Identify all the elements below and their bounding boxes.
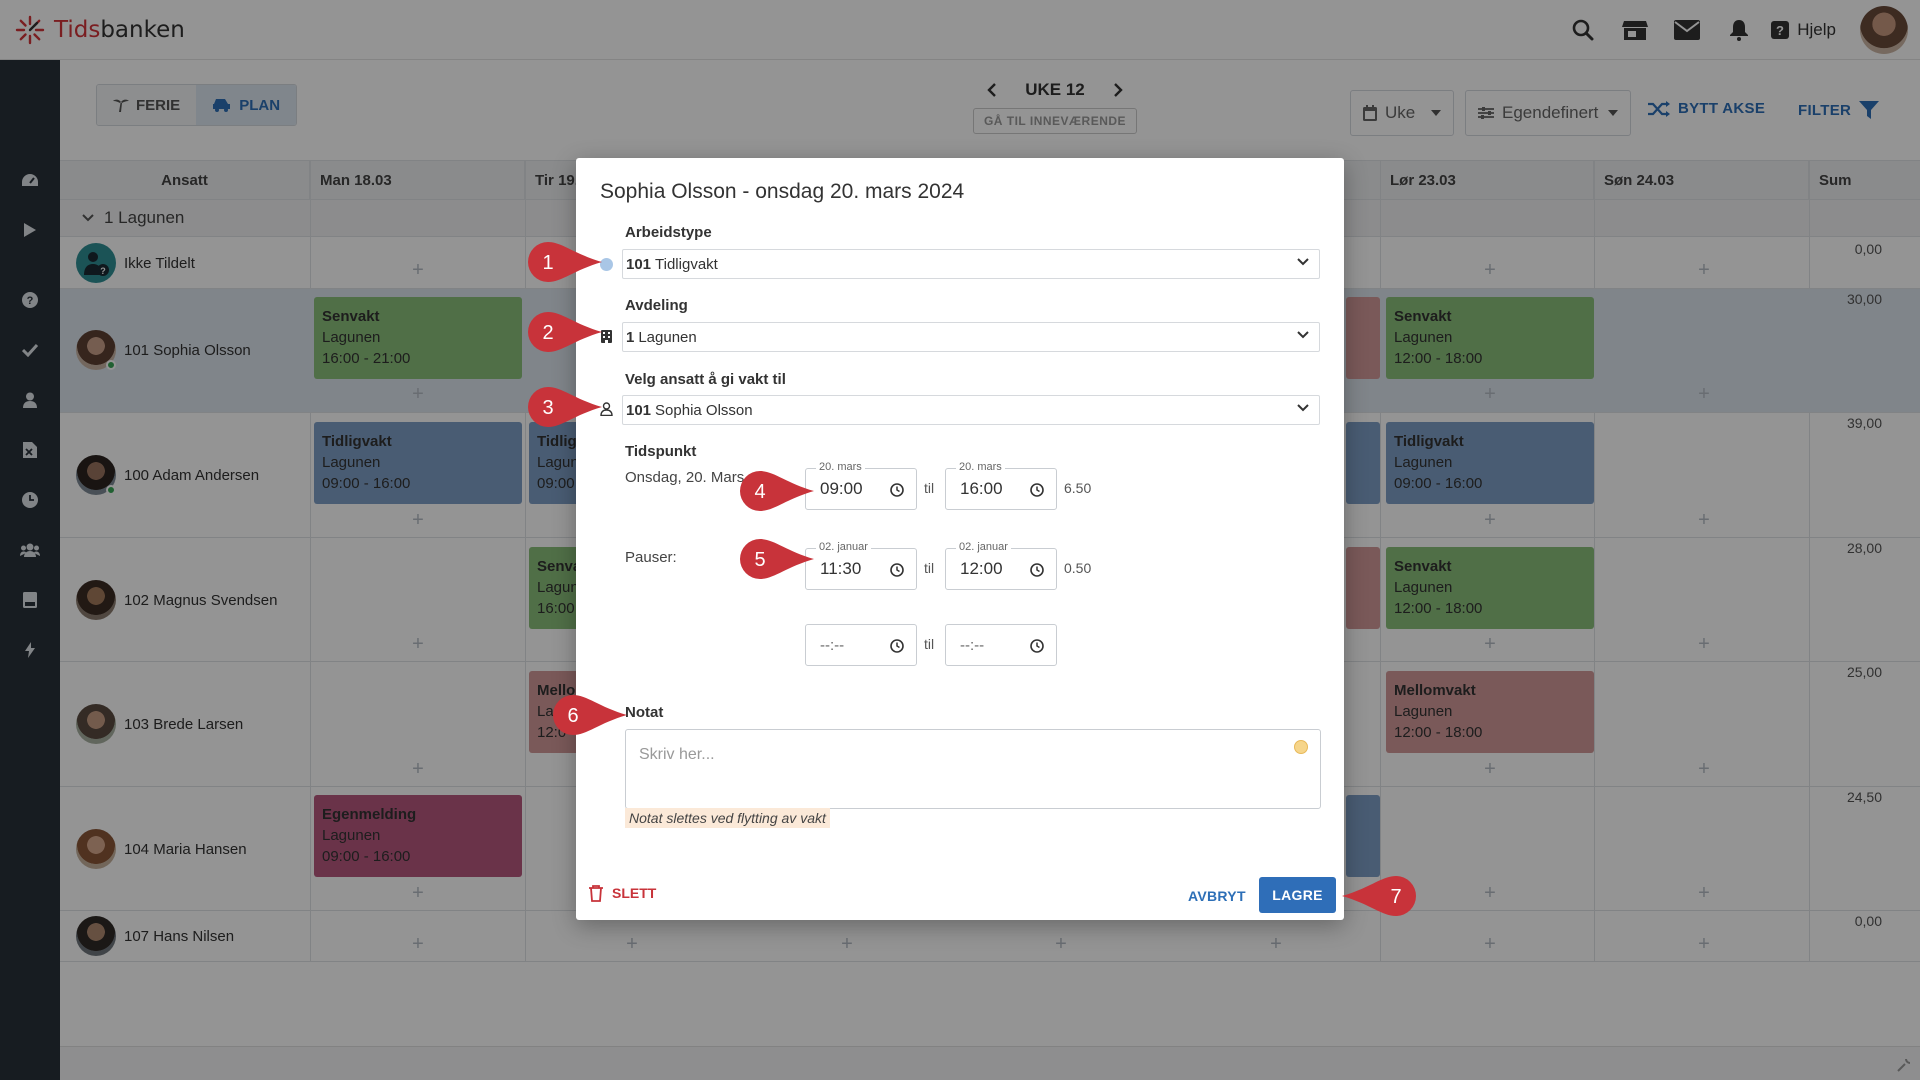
clock-icon[interactable] (1030, 639, 1044, 653)
chevron-down-icon (1297, 331, 1309, 339)
arbeidstype-value: Tidligvakt (655, 255, 718, 273)
start-time-value: 09:00 (820, 479, 863, 498)
break-start-date-label: 02. januar (816, 541, 871, 553)
avdeling-label: Avdeling (625, 297, 688, 314)
callout-marker-7: 7 (1342, 876, 1416, 916)
avdeling-value: Lagunen (638, 328, 697, 346)
break-end-value: 12:00 (960, 559, 1003, 578)
marker-number: 5 (754, 549, 765, 571)
til-label: til (924, 636, 935, 652)
callout-marker-4: 4 (740, 471, 814, 511)
marker-number: 6 (567, 705, 578, 727)
break-hours: 0.50 (1064, 560, 1092, 576)
callout-marker-1: 1 (528, 242, 602, 282)
notat-textarea[interactable]: Skriv her... (625, 729, 1321, 809)
ansatt-code: 101 (626, 401, 652, 419)
callout-marker-6: 6 (553, 695, 627, 735)
arbeidstype-select[interactable]: 101 Tidligvakt (622, 249, 1320, 279)
cancel-button[interactable]: AVBRYT (1188, 888, 1246, 904)
shift-hours: 6.50 (1064, 480, 1092, 496)
shift-date-text: Onsdag, 20. Mars (625, 469, 745, 486)
avdeling-code: 1 (626, 328, 635, 346)
ansatt-select[interactable]: 101 Sophia Olsson (622, 395, 1320, 425)
marker-number: 2 (542, 322, 553, 344)
dialog-title: Sophia Olsson - onsdag 20. mars 2024 (600, 180, 965, 203)
empty-time-value: --:-- (820, 637, 845, 654)
end-date-label: 20. mars (956, 461, 1005, 473)
emoji-icon[interactable] (1294, 740, 1308, 754)
end-time-field[interactable]: 20. mars 16:00 (945, 461, 1057, 510)
trash-icon (589, 885, 603, 902)
clock-icon[interactable] (890, 483, 904, 497)
empty-time-value: --:-- (960, 637, 985, 654)
chevron-down-icon (1297, 404, 1309, 412)
clock-icon[interactable] (890, 639, 904, 653)
til-label: til (924, 560, 935, 576)
chevron-down-icon (1297, 258, 1309, 266)
end-time-value: 16:00 (960, 479, 1003, 498)
extra-break-end-field[interactable]: --:-- (945, 624, 1057, 666)
tidspunkt-label: Tidspunkt (625, 443, 697, 460)
shift-edit-dialog: Sophia Olsson - onsdag 20. mars 2024 Arb… (576, 158, 1344, 920)
callout-marker-2: 2 (528, 312, 602, 352)
arbeidstype-code: 101 (626, 255, 652, 273)
save-button[interactable]: LAGRE (1259, 877, 1336, 913)
delete-button[interactable]: SLETT (588, 884, 656, 902)
marker-number: 1 (542, 252, 553, 274)
break-end-field[interactable]: 02. januar 12:00 (945, 541, 1057, 590)
break-start-field[interactable]: 02. januar 11:30 (805, 541, 917, 590)
avdeling-select[interactable]: 1 Lagunen (622, 322, 1320, 352)
start-date-label: 20. mars (816, 461, 865, 473)
marker-number: 4 (754, 481, 765, 503)
clock-icon[interactable] (1030, 563, 1044, 577)
callout-marker-5: 5 (740, 539, 814, 579)
clock-icon[interactable] (890, 563, 904, 577)
break-start-value: 11:30 (820, 559, 862, 578)
start-time-field[interactable]: 20. mars 09:00 (805, 461, 917, 510)
callout-marker-3: 3 (528, 387, 602, 427)
break-end-date-label: 02. januar (956, 541, 1011, 553)
clock-icon[interactable] (1030, 483, 1044, 497)
ansatt-value: Sophia Olsson (655, 401, 753, 419)
pauser-label: Pauser: (625, 549, 677, 566)
ansatt-label: Velg ansatt å gi vakt til (625, 371, 786, 388)
delete-label: SLETT (612, 885, 657, 901)
notat-warning: Notat slettes ved flytting av vakt (625, 808, 830, 828)
marker-number: 3 (542, 397, 553, 419)
notat-placeholder: Skriv her... (639, 746, 715, 763)
til-label: til (924, 480, 935, 496)
extra-break-start-field[interactable]: --:-- (805, 624, 917, 666)
marker-number: 7 (1390, 886, 1401, 908)
arbeidstype-label: Arbeidstype (625, 224, 712, 241)
